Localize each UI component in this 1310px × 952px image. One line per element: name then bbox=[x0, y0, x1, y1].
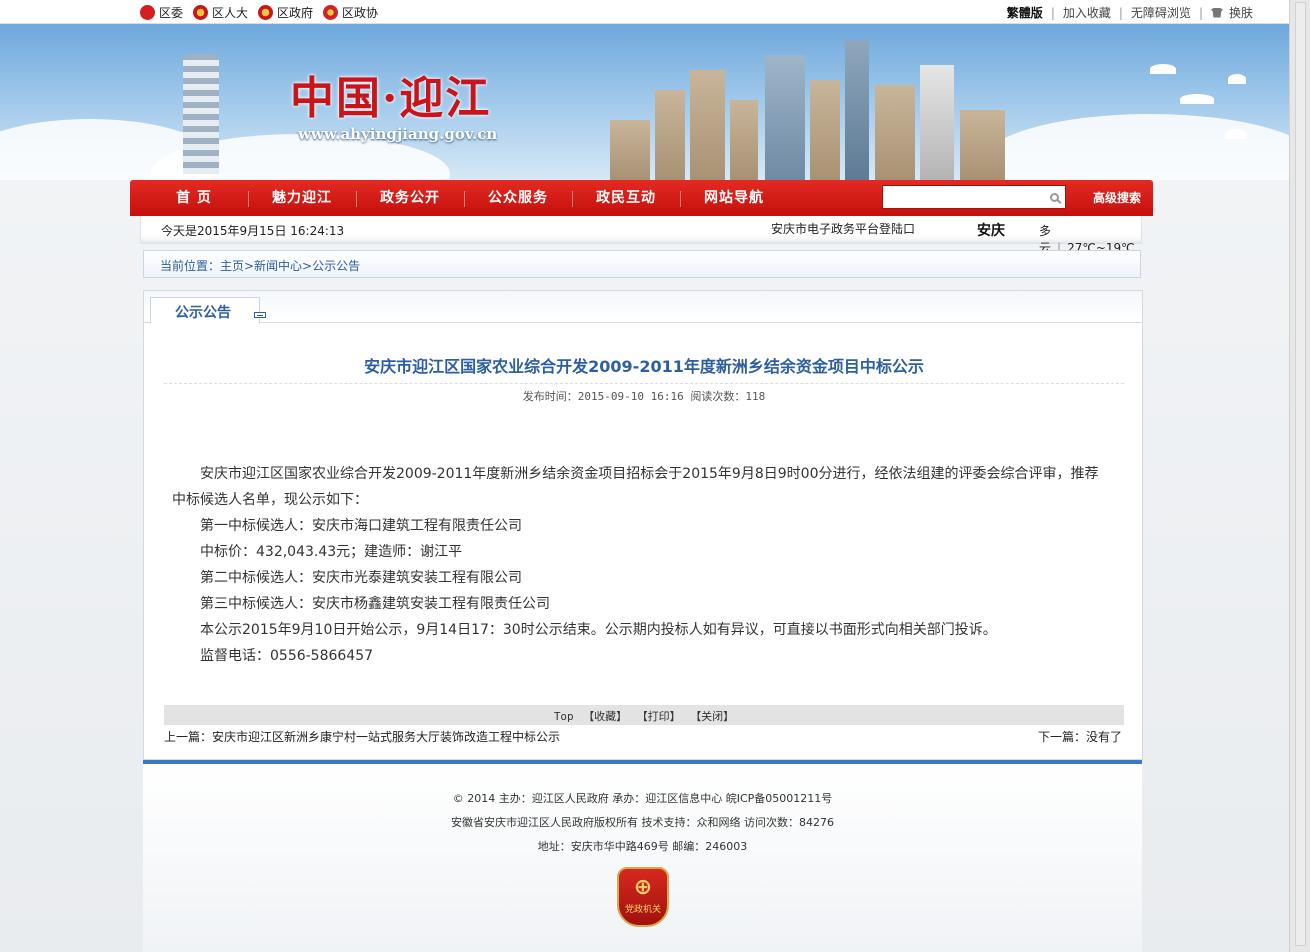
dove-decoration bbox=[1180, 94, 1214, 104]
site-logo-title[interactable]: 中国·迎江 bbox=[290, 62, 491, 126]
org-link-government[interactable]: 区政府 bbox=[258, 4, 313, 21]
tab-announcements[interactable]: 公示公告 bbox=[150, 297, 266, 324]
top-utility-bar: 区委 区人大 区政府 区政协 繁體版 | 加入收藏 | 无障碍浏览 | 换肤 bbox=[0, 0, 1289, 24]
search-input[interactable] bbox=[883, 186, 1043, 208]
nav-item-charm-yingjiang[interactable]: 魅力迎江 bbox=[248, 187, 356, 207]
traditional-chinese-link[interactable]: 繁體版 bbox=[1007, 4, 1043, 21]
government-emblem-icon bbox=[258, 5, 274, 20]
print-link[interactable]: 【打印】 bbox=[637, 710, 681, 723]
article-panel: 公示公告 安庆市迎江区国家农业综合开发2009-2011年度新洲乡结余资金项目中… bbox=[143, 290, 1143, 760]
org-link-cppcc[interactable]: 区政协 bbox=[323, 4, 378, 21]
site-logo-url: www.ahyingjiang.gov.cn bbox=[298, 125, 498, 143]
article-paragraph: 监督电话：0556-5866457 bbox=[200, 648, 374, 664]
collapse-icon[interactable] bbox=[254, 312, 266, 318]
next-article-text: 下一篇：没有了 bbox=[1037, 730, 1122, 744]
org-link-label: 区政府 bbox=[277, 6, 314, 20]
tab-label: 公示公告 bbox=[175, 305, 231, 321]
dove-decoration bbox=[1225, 129, 1247, 139]
accessible-browse-link[interactable]: 无障碍浏览 bbox=[1131, 4, 1191, 21]
advanced-search-link[interactable]: 高级搜索 bbox=[1093, 189, 1141, 206]
main-navigation: 首 页 魅力迎江 政务公开 公众服务 政民互动 网站导航 高级搜索 bbox=[130, 180, 1153, 216]
separator: | bbox=[1198, 5, 1203, 20]
search-box bbox=[882, 185, 1066, 209]
previous-article-link[interactable]: 上一篇：安庆市迎江区新洲乡康宁村一站式服务大厅装饰改造工程中标公示 bbox=[164, 728, 560, 745]
footer-copyright: © 2014 主办：迎江区人民政府 承办：迎江区信息中心 皖ICP备050012… bbox=[452, 792, 833, 805]
article-paragraph: 本公示2015年9月10日开始公示，9月14日17：30时公示结束。公示期内投标… bbox=[200, 622, 997, 638]
pagoda-image bbox=[183, 54, 219, 174]
article-paragraph: 中标价：432,043.43元；建造师：谢江平 bbox=[200, 544, 463, 560]
favorite-link[interactable]: 【收藏】 bbox=[583, 710, 627, 723]
footer-rights: 安徽省安庆市迎江区人民政府版权所有 技术支持：众和网络 访问次数：84276 bbox=[451, 816, 834, 829]
org-link-npc[interactable]: 区人大 bbox=[193, 4, 248, 21]
top-utility-links: 繁體版 | 加入收藏 | 无障碍浏览 | 换肤 bbox=[1007, 4, 1253, 21]
title-divider bbox=[164, 383, 1124, 384]
weather-city: 安庆 bbox=[977, 223, 1005, 239]
search-button[interactable] bbox=[1043, 186, 1065, 208]
breadcrumb[interactable]: 当前位置：主页>新闻中心>公示公告 bbox=[143, 250, 1141, 278]
org-link-label: 区委 bbox=[159, 6, 184, 20]
shirt-icon bbox=[1210, 7, 1223, 18]
org-links: 区委 区人大 区政府 区政协 bbox=[140, 4, 378, 21]
article-body: 安庆市迎江区国家农业综合开发2009-2011年度新洲乡结余资金项目招标会于20… bbox=[172, 461, 1112, 669]
header-banner: 中国·迎江 www.ahyingjiang.gov.cn bbox=[0, 24, 1289, 180]
separator: | bbox=[1118, 5, 1123, 20]
city-skyline-image bbox=[600, 34, 1010, 180]
current-date: 今天是2015年9月15日 16:24:13 bbox=[161, 224, 345, 238]
badge-emblem-icon: ⊕ bbox=[633, 875, 653, 900]
nav-item-public-service[interactable]: 公众服务 bbox=[464, 187, 572, 207]
npc-emblem-icon bbox=[193, 5, 209, 20]
search-icon bbox=[1049, 192, 1059, 202]
party-government-badge[interactable]: ⊕ 党政机关 bbox=[617, 867, 669, 927]
cloud-decoration bbox=[980, 114, 1289, 180]
org-link-label: 区政协 bbox=[342, 6, 379, 20]
article-meta: 发布时间：2015-09-10 16:16 阅读次数：118 bbox=[522, 390, 766, 403]
article-paragraph: 第一中标候选人：安庆市海口建筑工程有限责任公司 bbox=[200, 518, 522, 534]
back-to-top-link[interactable]: Top bbox=[554, 710, 574, 723]
add-favorite-link[interactable]: 加入收藏 bbox=[1063, 4, 1111, 21]
article-paragraph: 安庆市迎江区国家农业综合开发2009-2011年度新洲乡结余资金项目招标会于20… bbox=[172, 466, 1099, 508]
article-paragraph: 第二中标候选人：安庆市光泰建筑安装工程有限公司 bbox=[200, 570, 522, 586]
dove-decoration bbox=[1228, 74, 1246, 84]
scrollbar-thumb[interactable] bbox=[1295, 2, 1306, 946]
tab-bar: 公示公告 bbox=[144, 291, 1142, 324]
org-link-label: 区人大 bbox=[212, 6, 249, 20]
org-link-party-committee[interactable]: 区委 bbox=[140, 4, 183, 21]
close-link[interactable]: 【关闭】 bbox=[690, 710, 734, 723]
separator: | bbox=[1050, 5, 1055, 20]
nav-item-site-guide[interactable]: 网站导航 bbox=[680, 187, 788, 207]
nav-item-home[interactable]: 首 页 bbox=[140, 187, 248, 207]
e-government-login-link[interactable]: 安庆市电子政务平台登陆口 bbox=[771, 220, 915, 237]
article-paragraph: 第三中标候选人：安庆市杨鑫建筑安装工程有限责任公司 bbox=[200, 596, 550, 612]
nav-item-government-affairs[interactable]: 政务公开 bbox=[356, 187, 464, 207]
nav-item-interaction[interactable]: 政民互动 bbox=[572, 187, 680, 207]
article-title: 安庆市迎江区国家农业综合开发2009-2011年度新洲乡结余资金项目中标公示 bbox=[364, 357, 924, 376]
cppcc-emblem-icon bbox=[323, 5, 339, 20]
dove-decoration bbox=[1150, 64, 1176, 74]
page-footer: © 2014 主办：迎江区人民政府 承办：迎江区信息中心 皖ICP备050012… bbox=[143, 760, 1142, 952]
badge-label: 党政机关 bbox=[624, 905, 661, 915]
change-skin-link[interactable]: 换肤 bbox=[1229, 4, 1253, 21]
footer-address: 地址：安庆市华中路469号 邮编：246003 bbox=[537, 840, 748, 853]
article-toolbar: Top 【收藏】 【打印】 【关闭】 bbox=[164, 705, 1124, 725]
vertical-scrollbar[interactable] bbox=[1289, 0, 1310, 952]
party-emblem-icon bbox=[140, 5, 155, 20]
info-bar: 今天是2015年9月15日 16:24:13 安庆市电子政务平台登陆口 安庆 多… bbox=[140, 216, 1142, 255]
